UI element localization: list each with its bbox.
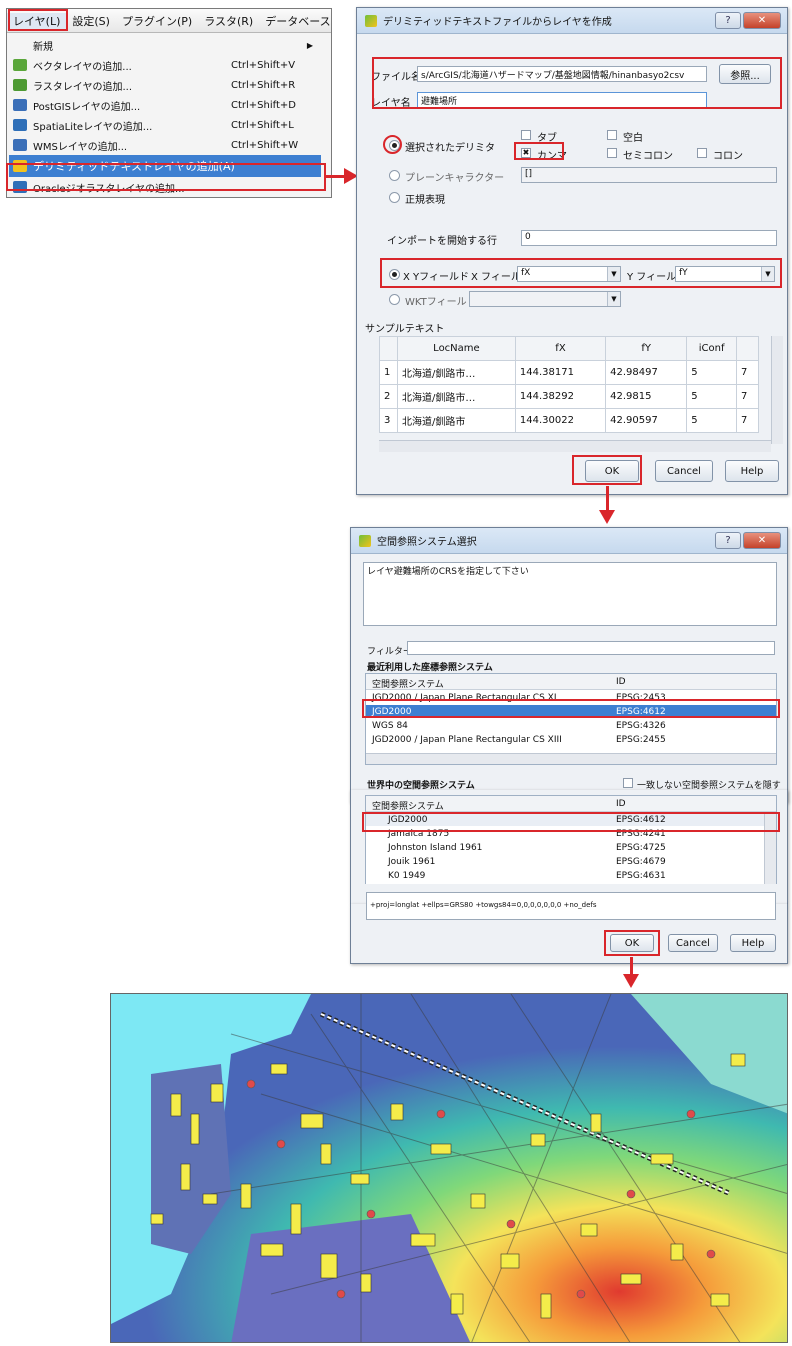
colon-checkbox[interactable] (697, 148, 707, 158)
menu-item-add-vector[interactable]: ベクタレイヤの追加... Ctrl+Shift+V (9, 55, 321, 75)
space-checkbox[interactable] (607, 130, 617, 140)
highlight-recent-jgd2000 (362, 699, 780, 718)
sample-text-label: サンプルテキスト (365, 324, 445, 335)
radio-plain-characters[interactable] (389, 170, 400, 181)
regex-label: 正規表現 (405, 195, 445, 206)
menu-item-add-wms[interactable]: WMSレイヤの追加... Ctrl+Shift+W (9, 135, 321, 155)
help-window-button[interactable]: ? (715, 12, 741, 29)
highlight-file-layer-fields (372, 57, 782, 109)
col-header-locname[interactable]: LocName (397, 336, 516, 361)
filter-input[interactable] (407, 641, 775, 655)
dropdown-arrow-icon: ▼ (607, 292, 620, 306)
highlight-xy-fields (380, 258, 782, 288)
crs-help-button[interactable]: Help (730, 934, 776, 952)
highlight-ok-1 (572, 455, 642, 485)
raster-layer-icon (13, 79, 27, 91)
recent-crs-table: 空間参照システム ID JGD2000 / Japan Plane Rectan… (365, 673, 777, 765)
close-window-button[interactable]: ✕ (743, 12, 781, 29)
table-row[interactable]: K0 1949 EPSG:4631 (366, 869, 776, 882)
semicolon-checkbox[interactable] (607, 148, 617, 158)
col-header-extra[interactable] (735, 336, 760, 361)
table-row[interactable]: Johnston Island 1961 EPSG:4725 (366, 841, 776, 854)
menu-item-add-spatialite[interactable]: SpatiaLiteレイヤの追加... Ctrl+Shift+L (9, 115, 321, 135)
world-crs-header: 空間参照システム ID (366, 796, 776, 812)
map-canvas[interactable] (110, 993, 788, 1343)
recent-crs-heading: 最近利用した座標参照システム (367, 663, 493, 673)
table-vertical-scrollbar[interactable] (771, 336, 783, 444)
crs-message-box: レイヤ避難場所のCRSを指定して下さい (363, 562, 777, 626)
table-row[interactable]: JGD2000 / Japan Plane Rectangular CS XII… (366, 733, 776, 746)
spatialite-icon (13, 119, 27, 131)
qgis-icon (365, 14, 377, 27)
import-start-label: インポートを開始する行 (387, 236, 497, 247)
wms-icon (13, 139, 27, 151)
radio-wkt-field[interactable] (389, 294, 400, 305)
proj-string-box: +proj=longlat +ellps=GRS80 +towgs84=0,0,… (366, 892, 776, 920)
semicolon-label: セミコロン (623, 151, 673, 162)
wkt-field-combo[interactable]: ▼ (469, 291, 621, 307)
arrow-down-icon (599, 510, 615, 524)
import-start-spinbox[interactable]: 0 (521, 230, 777, 246)
menu-item-add-postgis[interactable]: PostGISレイヤの追加... Ctrl+Shift+D (9, 95, 321, 115)
highlight-delimited-item (6, 163, 326, 191)
recent-crs-header: 空間参照システム ID (366, 674, 776, 690)
table-row[interactable]: WGS 84 EPSG:4326 (366, 719, 776, 732)
postgis-icon (13, 99, 27, 111)
menu-raster[interactable]: ラスタ(R) (198, 13, 259, 29)
wkt-field-label: WKTフィールド (405, 297, 477, 308)
sample-text-table: LocName fX fY iConf 1 北海道/釧路市… 144.38171… (379, 336, 760, 433)
plain-characters-field[interactable]: [] (521, 167, 777, 183)
recent-horizontal-scrollbar[interactable] (366, 753, 776, 764)
radio-regex[interactable] (389, 192, 400, 203)
table-row: 2 北海道/釧路市… 144.38292 42.9815 5 7 (379, 384, 760, 409)
plain-characters-label: プレーンキャラクター (405, 173, 505, 184)
col-header-iconf[interactable]: iConf (686, 336, 737, 361)
crs-cancel-button[interactable]: Cancel (668, 934, 718, 952)
close-window-button[interactable]: ✕ (743, 532, 781, 549)
space-label: 空白 (623, 133, 643, 144)
hazard-map-svg (111, 994, 787, 1342)
table-row[interactable]: Jouik 1961 EPSG:4679 (366, 855, 776, 868)
table-horizontal-scrollbar[interactable] (379, 440, 771, 452)
menu-plugins[interactable]: プラグイン(P) (116, 13, 198, 29)
menu-database[interactable]: データベース(D (259, 13, 331, 29)
row-number-header (379, 336, 398, 361)
highlight-layer-menu (8, 9, 68, 31)
help-button[interactable]: Help (725, 460, 779, 482)
vector-layer-icon (13, 59, 27, 71)
table-row: 1 北海道/釧路市… 144.38171 42.98497 5 7 (379, 360, 760, 385)
col-header-fy[interactable]: fY (605, 336, 688, 361)
table-row: 3 北海道/釧路市 144.30022 42.90597 5 7 (379, 408, 760, 433)
col-header-fx[interactable]: fX (514, 336, 607, 361)
submenu-arrow-icon: ▶ (306, 40, 313, 50)
highlight-world-jgd2000 (362, 812, 780, 832)
dialog-title: デリミティッドテキストファイルからレイヤを作成 (383, 17, 612, 28)
menu-item-new[interactable]: 新規 ▶ (9, 35, 321, 55)
world-crs-table: 空間参照システム ID JGD2000 EPSG:4612 Jamaica 18… (365, 795, 777, 887)
filter-label: フィルター (367, 647, 412, 657)
menu-settings[interactable]: 設定(S) (66, 13, 116, 29)
highlight-ok-2 (604, 930, 660, 956)
colon-label: コロン (713, 151, 743, 162)
highlight-comma (514, 142, 564, 160)
help-window-button[interactable]: ? (715, 532, 741, 549)
crs-dialog-title: 空間参照システム選択 (377, 537, 477, 548)
new-icon (13, 39, 27, 51)
highlight-selected-delim-radio (383, 135, 402, 154)
selected-delimiter-label: 選択されたデリミタ (405, 143, 495, 154)
crs-selector-dialog: 空間参照システム選択 ? ✕ レイヤ避難場所のCRSを指定して下さい フィルター… (350, 527, 788, 803)
menu-item-add-raster[interactable]: ラスタレイヤの追加... Ctrl+Shift+R (9, 75, 321, 95)
hide-deprecated-checkbox[interactable] (623, 778, 633, 788)
qgis-icon (359, 534, 371, 547)
arrow-down-icon (623, 974, 639, 988)
tab-checkbox[interactable] (521, 130, 531, 140)
cancel-button[interactable]: Cancel (655, 460, 713, 482)
